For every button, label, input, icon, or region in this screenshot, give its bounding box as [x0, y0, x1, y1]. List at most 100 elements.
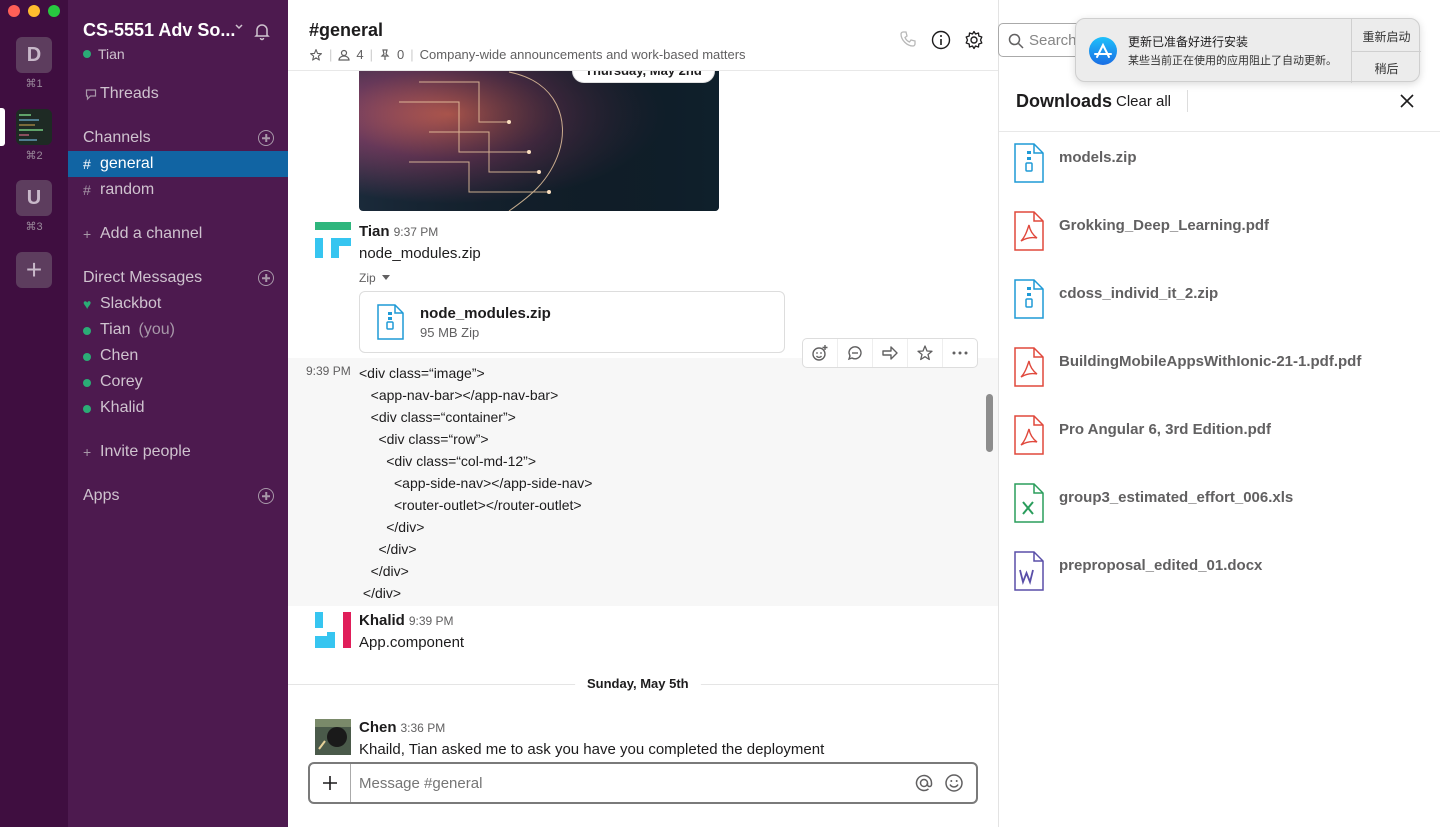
- heart-icon: ♥: [83, 296, 92, 312]
- share-arrow-icon: [882, 346, 898, 360]
- invite-people-link[interactable]: + Invite people: [68, 439, 288, 465]
- star-message-button[interactable]: [908, 339, 943, 367]
- download-item[interactable]: Grokking_Deep_Learning.pdf: [1013, 211, 1433, 267]
- channel-topic[interactable]: Company-wide announcements and work-base…: [420, 47, 746, 62]
- members-icon[interactable]: [338, 49, 350, 61]
- workspace-u[interactable]: U: [16, 180, 52, 216]
- emoji-icon[interactable]: [944, 773, 964, 793]
- zip-file-icon: [377, 304, 404, 340]
- bell-icon[interactable]: [252, 21, 272, 41]
- pdf-file-icon: [1014, 415, 1044, 455]
- download-file-name: preproposal_edited_01.docx: [1059, 557, 1263, 574]
- sidebar-item-label: general: [100, 155, 154, 172]
- star-icon: [917, 345, 933, 361]
- avatar[interactable]: [315, 719, 351, 755]
- plus-icon: +: [25, 254, 43, 285]
- sidebar-item-general[interactable]: # general: [68, 151, 288, 177]
- workspace-d[interactable]: D: [16, 37, 52, 73]
- sidebar-item-label: Tian: [100, 321, 131, 338]
- member-count[interactable]: 4: [356, 47, 363, 62]
- message-timestamp[interactable]: 9:39 PM: [409, 614, 454, 628]
- message-input[interactable]: [351, 774, 914, 792]
- attach-button[interactable]: [310, 764, 351, 802]
- download-item[interactable]: preproposal_edited_01.docx: [1013, 551, 1433, 607]
- add-workspace-button[interactable]: +: [16, 252, 52, 288]
- add-channel-link[interactable]: + Add a channel: [68, 221, 288, 247]
- add-reaction-button[interactable]: [803, 339, 838, 367]
- message-text: App.component: [359, 634, 465, 651]
- avatar[interactable]: [315, 612, 351, 648]
- download-item[interactable]: group3_estimated_effort_006.xls: [1013, 483, 1433, 539]
- sidebar-item-label: Slackbot: [100, 295, 162, 312]
- message-author[interactable]: Tian: [359, 223, 390, 240]
- pinned-count[interactable]: 0: [397, 47, 404, 62]
- channels-heading[interactable]: Channels: [83, 129, 151, 147]
- workspace-active-thumbnail[interactable]: [16, 109, 52, 145]
- team-name[interactable]: CS-5551 Adv So...: [83, 20, 235, 41]
- direct-messages-heading[interactable]: Direct Messages: [83, 269, 202, 287]
- sidebar-item-threads[interactable]: Threads: [68, 81, 288, 107]
- message-header: Tian 9:37 PM: [359, 223, 438, 241]
- image-attachment[interactable]: [359, 62, 719, 211]
- threads-icon: [85, 89, 97, 101]
- gear-icon[interactable]: [964, 30, 984, 50]
- share-message-button[interactable]: [873, 339, 908, 367]
- message-text: node_modules.zip: [359, 245, 481, 262]
- add-dm-plus-icon[interactable]: [258, 270, 274, 286]
- minimize-window-button[interactable]: [28, 5, 40, 17]
- sidebar-item-slackbot[interactable]: ♥ Slackbot: [68, 291, 288, 317]
- sidebar-item-label: random: [100, 181, 155, 198]
- download-item[interactable]: cdoss_individ_it_2.zip: [1013, 279, 1433, 335]
- apps-heading[interactable]: Apps: [83, 487, 119, 505]
- message-timestamp[interactable]: 9:37 PM: [394, 225, 439, 239]
- chevron-down-icon[interactable]: [234, 22, 244, 32]
- sidebar-item-chen[interactable]: Chen: [68, 343, 288, 369]
- file-type-toggle[interactable]: Zip: [359, 271, 390, 285]
- restart-button[interactable]: 重新启动: [1352, 28, 1421, 45]
- close-window-button[interactable]: [8, 5, 20, 17]
- start-thread-button[interactable]: [838, 339, 873, 367]
- code-line: </div>: [359, 541, 417, 557]
- sidebar-item-corey[interactable]: Corey: [68, 369, 288, 395]
- channel-name[interactable]: #general: [309, 20, 383, 41]
- pin-icon[interactable]: [379, 48, 391, 61]
- sidebar-item-tian[interactable]: Tian (you): [68, 317, 288, 343]
- star-icon[interactable]: [309, 48, 323, 62]
- download-item[interactable]: BuildingMobileAppsWithIonic-21-1.pdf.pdf: [1013, 347, 1433, 403]
- avatar[interactable]: [315, 222, 351, 258]
- later-button[interactable]: 稍后: [1352, 60, 1421, 77]
- code-line: </div>: [359, 563, 409, 579]
- code-message-text: <div class=“image”> <app-nav-bar></app-n…: [359, 362, 592, 604]
- clear-all-button[interactable]: Clear all: [1116, 93, 1171, 110]
- message-timestamp[interactable]: 3:36 PM: [401, 721, 446, 735]
- sidebar-item-label: Add a channel: [100, 225, 203, 242]
- info-icon[interactable]: [931, 30, 951, 50]
- current-user-status[interactable]: Tian: [83, 46, 125, 62]
- zip-file-icon: [1014, 279, 1044, 319]
- download-item[interactable]: models.zip: [1013, 143, 1433, 199]
- file-meta: 95 MB Zip: [420, 325, 480, 340]
- code-line: <app-side-nav></app-side-nav>: [359, 475, 593, 491]
- code-line: </div>: [359, 585, 402, 601]
- workspace-shortcut: ⌘3: [25, 221, 43, 233]
- message-author[interactable]: Chen: [359, 719, 397, 736]
- close-icon[interactable]: [1399, 93, 1415, 109]
- mention-icon[interactable]: [914, 773, 934, 793]
- message-timestamp[interactable]: 9:39 PM: [306, 364, 351, 378]
- add-app-plus-icon[interactable]: [258, 488, 274, 504]
- zoom-window-button[interactable]: [48, 5, 60, 17]
- search-placeholder: Search: [1029, 32, 1077, 49]
- file-attachment-card[interactable]: node_modules.zip 95 MB Zip: [359, 291, 785, 353]
- download-item[interactable]: Pro Angular 6, 3rd Edition.pdf: [1013, 415, 1433, 471]
- header-separator: [1187, 90, 1188, 112]
- sidebar-item-khalid[interactable]: Khalid: [68, 395, 288, 421]
- active-workspace-indicator: [0, 108, 5, 146]
- message-author[interactable]: Khalid: [359, 612, 405, 629]
- more-actions-button[interactable]: [943, 339, 977, 367]
- code-line: <div class=“image”>: [359, 365, 485, 381]
- sidebar-item-random[interactable]: # random: [68, 177, 288, 203]
- phone-icon[interactable]: [899, 30, 917, 48]
- add-channel-plus-icon[interactable]: [258, 130, 274, 146]
- message-list-scrollbar[interactable]: [986, 394, 993, 452]
- you-suffix: (you): [138, 321, 175, 338]
